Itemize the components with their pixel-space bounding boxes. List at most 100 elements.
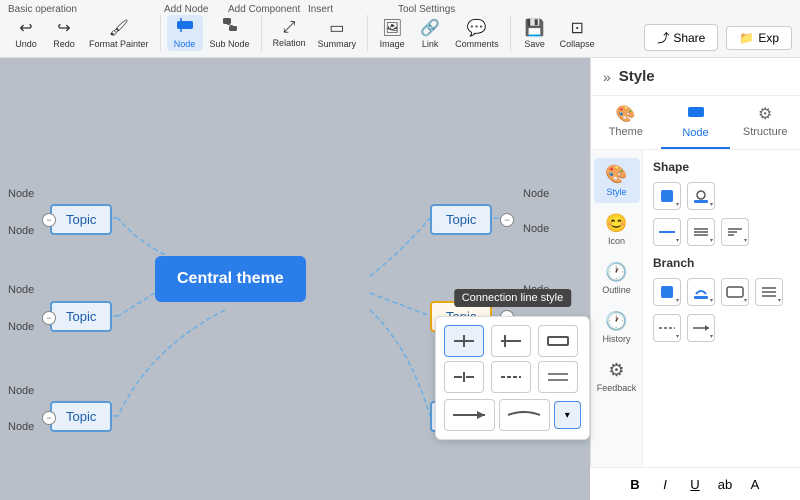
- sidebar-icon[interactable]: 😊 Icon: [594, 207, 640, 252]
- style-icon: 🎨: [605, 164, 627, 185]
- shape-section-title: Shape: [653, 160, 790, 174]
- conn-btn-extra2[interactable]: [499, 399, 550, 431]
- conn-btn-3[interactable]: [538, 325, 578, 357]
- shape-fill-btn[interactable]: ▾: [653, 182, 681, 210]
- tab-node[interactable]: Node: [661, 96, 731, 149]
- underline-button[interactable]: U: [683, 472, 707, 496]
- topic-node-left-bot[interactable]: Topic: [50, 401, 112, 432]
- align-btn[interactable]: ▾: [687, 218, 715, 246]
- export-button[interactable]: 📁 Exp: [726, 26, 792, 50]
- collapse-button[interactable]: ⊡ Collapse: [555, 16, 600, 51]
- separator-4: [510, 15, 511, 51]
- topic-node-left-mid[interactable]: Topic: [50, 301, 112, 332]
- share-button[interactable]: ⤴ Share: [644, 24, 718, 51]
- shape-color-btn[interactable]: ▾: [687, 182, 715, 210]
- node-label-rt2: Node: [523, 223, 549, 235]
- image-button[interactable]: 🖼 Image: [374, 16, 410, 51]
- relation-icon: ⤢: [283, 19, 296, 37]
- node-tab-icon: [687, 104, 705, 125]
- add-component-label: Add Component: [228, 4, 308, 15]
- font-color-button[interactable]: A: [743, 472, 767, 496]
- sidebar-feedback[interactable]: ⚙ Feedback: [594, 354, 640, 399]
- tool-settings-label: Tool Settings: [398, 4, 478, 15]
- undo-button[interactable]: ↩ Undo: [8, 16, 44, 51]
- sidebar-outline[interactable]: 🕐 Outline: [594, 256, 640, 301]
- tab-structure[interactable]: ⚙ Structure: [730, 96, 800, 149]
- node-label-lm2: Node: [8, 321, 34, 333]
- share-icon: ⤴: [657, 29, 669, 46]
- branch-box-btn[interactable]: ▾: [721, 278, 749, 306]
- sub-node-button[interactable]: Sub Node: [205, 15, 255, 51]
- central-theme-node[interactable]: Central theme: [155, 256, 306, 302]
- branch-row-1: ▾ ▾ ▾ ▾: [653, 278, 790, 306]
- node-button[interactable]: Node: [167, 15, 203, 51]
- conn-btn-extra[interactable]: [444, 399, 495, 431]
- redo-icon: ↪: [57, 18, 70, 38]
- link-button[interactable]: 🔗 Link: [412, 16, 448, 51]
- icon-sidebar-icon: 😊: [605, 213, 627, 234]
- bold-button[interactable]: B: [623, 472, 647, 496]
- conn-btn-1[interactable]: [444, 325, 484, 357]
- insert-label: Insert: [308, 4, 398, 15]
- border-style-btn[interactable]: ▾: [653, 218, 681, 246]
- expand-left-bot[interactable]: −: [42, 411, 56, 425]
- basic-operation-label: Basic operation: [8, 4, 156, 15]
- summary-icon: ▭: [329, 18, 344, 38]
- add-node-label: Add Node: [164, 4, 228, 15]
- topic-node-left-top[interactable]: Topic: [50, 204, 112, 235]
- conn-style-grid: [444, 325, 581, 393]
- canvas[interactable]: Central theme Topic − Node Node Topic − …: [0, 58, 800, 500]
- collapse-icon: ⊡: [570, 18, 583, 38]
- conn-btn-2[interactable]: [491, 325, 531, 357]
- conn-btn-5[interactable]: [491, 361, 531, 393]
- italic-button[interactable]: I: [653, 472, 677, 496]
- branch-row-2: ▾ ▾: [653, 314, 790, 342]
- format-painter-button[interactable]: 🖌 Format Painter: [84, 16, 154, 51]
- summary-button[interactable]: ▭ Summary: [313, 16, 362, 51]
- feedback-icon: ⚙: [608, 360, 624, 381]
- expand-left-mid[interactable]: −: [42, 311, 56, 325]
- sidebar-style[interactable]: 🎨 Style: [594, 158, 640, 203]
- separator-2: [261, 15, 262, 51]
- conn-extra-row: ▾: [444, 399, 581, 431]
- comments-button[interactable]: 💬 Comments: [450, 16, 504, 51]
- format-bar: B I U ab A: [590, 467, 800, 500]
- panel-body: 🎨 Style 😊 Icon 🕐 Outline 🕐 History ⚙: [591, 150, 800, 500]
- branch-line-color[interactable]: ▾: [687, 278, 715, 306]
- save-button[interactable]: 💾 Save: [517, 16, 553, 51]
- history-icon: 🕐: [605, 311, 627, 332]
- sub-node-icon: [221, 17, 239, 38]
- expand-left-top[interactable]: −: [42, 213, 56, 227]
- lines-btn[interactable]: ▾: [721, 218, 749, 246]
- node-label-lb2: Node: [8, 421, 34, 433]
- strikethrough-button[interactable]: ab: [713, 472, 737, 496]
- panel-collapse-button[interactable]: »: [603, 69, 611, 85]
- node-label-ll1: Node: [8, 188, 34, 200]
- folder-icon: 📁: [739, 31, 754, 45]
- relation-button[interactable]: ⤢ Relation: [268, 17, 311, 50]
- conn-btn-4[interactable]: [444, 361, 484, 393]
- node-icon: [176, 17, 194, 38]
- connection-popup: Connection line style: [435, 316, 590, 440]
- conn-btn-6[interactable]: [538, 361, 578, 393]
- panel-tabs: 🎨 Theme Node ⚙ Structure: [591, 96, 800, 150]
- topic-node-right-top[interactable]: Topic: [430, 204, 492, 235]
- node-label-rt1: Node: [523, 188, 549, 200]
- conn-dropdown[interactable]: ▾: [554, 401, 581, 429]
- panel-header: » Style: [591, 58, 800, 96]
- branch-style-1[interactable]: ▾: [653, 314, 681, 342]
- branch-more-btn[interactable]: ▾: [755, 278, 783, 306]
- conn-tooltip: Connection line style: [454, 289, 572, 307]
- branch-color-btn[interactable]: ▾: [653, 278, 681, 306]
- expand-right-top[interactable]: −: [500, 213, 514, 227]
- branch-style-2[interactable]: ▾: [687, 314, 715, 342]
- outline-icon: 🕐: [605, 262, 627, 283]
- branch-section-title: Branch: [653, 256, 790, 270]
- panel-title: Style: [619, 68, 655, 85]
- shape-row-2: ▾ ▾ ▾: [653, 218, 790, 246]
- sidebar-history[interactable]: 🕐 History: [594, 305, 640, 350]
- panel-content: Shape ▾ ▾: [643, 150, 800, 500]
- separator-1: [160, 15, 161, 51]
- redo-button[interactable]: ↪ Redo: [46, 16, 82, 51]
- tab-theme[interactable]: 🎨 Theme: [591, 96, 661, 149]
